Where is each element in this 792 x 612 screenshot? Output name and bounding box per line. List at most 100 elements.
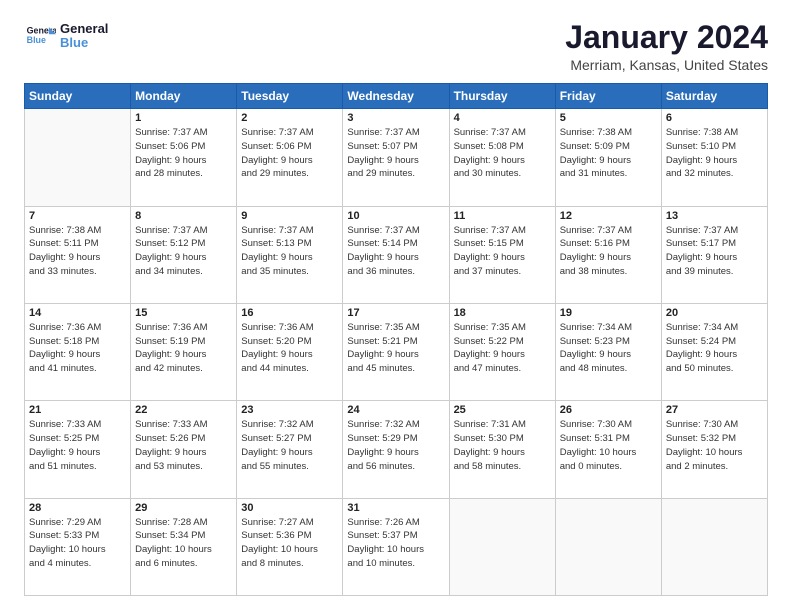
day-info: Sunrise: 7:37 AMSunset: 5:13 PMDaylight:… — [241, 224, 338, 279]
calendar-cell — [449, 498, 555, 595]
day-number: 18 — [454, 307, 551, 319]
calendar-cell: 2Sunrise: 7:37 AMSunset: 5:06 PMDaylight… — [237, 109, 343, 206]
calendar-cell: 16Sunrise: 7:36 AMSunset: 5:20 PMDayligh… — [237, 303, 343, 400]
title-section: January 2024 Merriam, Kansas, United Sta… — [565, 20, 768, 73]
calendar-cell: 27 Sunrise: 7:30 AMSunset: 5:32 PMDayligh… — [661, 401, 767, 498]
calendar-cell: 30Sunrise: 7:27 AMSunset: 5:36 PMDayligh… — [237, 498, 343, 595]
day-info: Sunrise: 7:28 AMSunset: 5:34 PMDaylight:… — [135, 516, 232, 571]
week-row-5: 28 Sunrise: 7:29 AMSunset: 5:33 PMDayligh… — [25, 498, 768, 595]
svg-text:Blue: Blue — [27, 35, 46, 45]
day-number: 29 — [135, 502, 232, 514]
calendar-cell: 9 Sunrise: 7:37 AMSunset: 5:13 PMDaylight… — [237, 206, 343, 303]
logo: General Blue General Blue — [24, 20, 108, 52]
calendar-cell: 6 Sunrise: 7:38 AMSunset: 5:10 PMDaylight… — [661, 109, 767, 206]
day-info: Sunrise: 7:37 AMSunset: 5:07 PMDaylight:… — [347, 126, 444, 181]
day-info: Sunrise: 7:26 AMSunset: 5:37 PMDaylight:… — [347, 516, 444, 571]
day-number: 12 — [560, 210, 657, 222]
calendar-cell: 22 Sunrise: 7:33 AMSunset: 5:26 PMDayligh… — [131, 401, 237, 498]
day-number: 11 — [454, 210, 551, 222]
calendar-cell: 31 Sunrise: 7:26 AMSunset: 5:37 PMDayligh… — [343, 498, 449, 595]
day-info: Sunrise: 7:37 AMSunset: 5:08 PMDaylight:… — [454, 126, 551, 181]
header: General Blue General Blue January 2024 M… — [24, 20, 768, 73]
calendar-cell: 21Sunrise: 7:33 AMSunset: 5:25 PMDayligh… — [25, 401, 131, 498]
calendar-cell: 13 Sunrise: 7:37 AMSunset: 5:17 PMDayligh… — [661, 206, 767, 303]
calendar-cell: 14Sunrise: 7:36 AMSunset: 5:18 PMDayligh… — [25, 303, 131, 400]
calendar-header-friday: Friday — [555, 84, 661, 109]
calendar-cell: 29 Sunrise: 7:28 AMSunset: 5:34 PMDayligh… — [131, 498, 237, 595]
location: Merriam, Kansas, United States — [565, 57, 768, 73]
day-number: 4 — [454, 112, 551, 124]
day-number: 17 — [347, 307, 444, 319]
day-info: Sunrise: 7:37 AMSunset: 5:06 PMDaylight:… — [135, 126, 232, 181]
day-number: 22 — [135, 404, 232, 416]
day-info: Sunrise: 7:31 AMSunset: 5:30 PMDaylight:… — [454, 418, 551, 473]
calendar-cell: 24 Sunrise: 7:32 AMSunset: 5:29 PMDayligh… — [343, 401, 449, 498]
calendar-cell: 8Sunrise: 7:37 AMSunset: 5:12 PMDaylight… — [131, 206, 237, 303]
day-number: 27 — [666, 404, 763, 416]
day-info: Sunrise: 7:38 AMSunset: 5:09 PMDaylight:… — [560, 126, 657, 181]
day-info: Sunrise: 7:32 AMSunset: 5:27 PMDaylight:… — [241, 418, 338, 473]
day-info: Sunrise: 7:35 AMSunset: 5:22 PMDaylight:… — [454, 321, 551, 376]
calendar-cell: 17 Sunrise: 7:35 AMSunset: 5:21 PMDayligh… — [343, 303, 449, 400]
calendar-cell: 20 Sunrise: 7:34 AMSunset: 5:24 PMDayligh… — [661, 303, 767, 400]
day-number: 31 — [347, 502, 444, 514]
month-title: January 2024 — [565, 20, 768, 55]
calendar-cell: 19Sunrise: 7:34 AMSunset: 5:23 PMDayligh… — [555, 303, 661, 400]
calendar-cell: 18 Sunrise: 7:35 AMSunset: 5:22 PMDayligh… — [449, 303, 555, 400]
day-info: Sunrise: 7:30 AMSunset: 5:31 PMDaylight:… — [560, 418, 657, 473]
calendar-header-wednesday: Wednesday — [343, 84, 449, 109]
calendar-cell: 12Sunrise: 7:37 AMSunset: 5:16 PMDayligh… — [555, 206, 661, 303]
calendar-cell: 3 Sunrise: 7:37 AMSunset: 5:07 PMDaylight… — [343, 109, 449, 206]
day-info: Sunrise: 7:32 AMSunset: 5:29 PMDaylight:… — [347, 418, 444, 473]
day-info: Sunrise: 7:37 AMSunset: 5:17 PMDaylight:… — [666, 224, 763, 279]
calendar-cell: 1 Sunrise: 7:37 AMSunset: 5:06 PMDaylight… — [131, 109, 237, 206]
day-number: 28 — [29, 502, 126, 514]
day-number: 13 — [666, 210, 763, 222]
day-number: 26 — [560, 404, 657, 416]
logo-blue: Blue — [60, 36, 108, 50]
calendar-cell: 11 Sunrise: 7:37 AMSunset: 5:15 PMDayligh… — [449, 206, 555, 303]
calendar-cell — [555, 498, 661, 595]
calendar-cell — [661, 498, 767, 595]
day-info: Sunrise: 7:37 AMSunset: 5:06 PMDaylight:… — [241, 126, 338, 181]
day-number: 20 — [666, 307, 763, 319]
calendar-header-row: SundayMondayTuesdayWednesdayThursdayFrid… — [25, 84, 768, 109]
day-info: Sunrise: 7:38 AMSunset: 5:10 PMDaylight:… — [666, 126, 763, 181]
day-info: Sunrise: 7:34 AMSunset: 5:24 PMDaylight:… — [666, 321, 763, 376]
day-number: 30 — [241, 502, 338, 514]
calendar-header-saturday: Saturday — [661, 84, 767, 109]
logo-text: General Blue — [60, 22, 108, 51]
day-info: Sunrise: 7:35 AMSunset: 5:21 PMDaylight:… — [347, 321, 444, 376]
day-info: Sunrise: 7:33 AMSunset: 5:26 PMDaylight:… — [135, 418, 232, 473]
day-number: 8 — [135, 210, 232, 222]
day-info: Sunrise: 7:36 AMSunset: 5:19 PMDaylight:… — [135, 321, 232, 376]
calendar-cell: 28 Sunrise: 7:29 AMSunset: 5:33 PMDayligh… — [25, 498, 131, 595]
day-number: 23 — [241, 404, 338, 416]
day-info: Sunrise: 7:33 AMSunset: 5:25 PMDaylight:… — [29, 418, 126, 473]
week-row-4: 21Sunrise: 7:33 AMSunset: 5:25 PMDayligh… — [25, 401, 768, 498]
week-row-1: 1 Sunrise: 7:37 AMSunset: 5:06 PMDaylight… — [25, 109, 768, 206]
day-number: 3 — [347, 112, 444, 124]
day-number: 10 — [347, 210, 444, 222]
day-number: 15 — [135, 307, 232, 319]
calendar-cell: 10Sunrise: 7:37 AMSunset: 5:14 PMDayligh… — [343, 206, 449, 303]
day-info: Sunrise: 7:30 AMSunset: 5:32 PMDaylight:… — [666, 418, 763, 473]
day-number: 24 — [347, 404, 444, 416]
day-info: Sunrise: 7:36 AMSunset: 5:18 PMDaylight:… — [29, 321, 126, 376]
calendar-header-tuesday: Tuesday — [237, 84, 343, 109]
calendar-cell: 23 Sunrise: 7:32 AMSunset: 5:27 PMDayligh… — [237, 401, 343, 498]
calendar-cell: 7Sunrise: 7:38 AMSunset: 5:11 PMDaylight… — [25, 206, 131, 303]
day-number: 1 — [135, 112, 232, 124]
logo-general: General — [60, 22, 108, 36]
day-number: 9 — [241, 210, 338, 222]
calendar-cell: 26 Sunrise: 7:30 AMSunset: 5:31 PMDayligh… — [555, 401, 661, 498]
day-number: 6 — [666, 112, 763, 124]
day-info: Sunrise: 7:37 AMSunset: 5:15 PMDaylight:… — [454, 224, 551, 279]
day-info: Sunrise: 7:38 AMSunset: 5:11 PMDaylight:… — [29, 224, 126, 279]
calendar-header-sunday: Sunday — [25, 84, 131, 109]
day-info: Sunrise: 7:29 AMSunset: 5:33 PMDaylight:… — [29, 516, 126, 571]
calendar-cell: 5Sunrise: 7:38 AMSunset: 5:09 PMDaylight… — [555, 109, 661, 206]
page: General Blue General Blue January 2024 M… — [0, 0, 792, 612]
calendar-cell: 4 Sunrise: 7:37 AMSunset: 5:08 PMDaylight… — [449, 109, 555, 206]
day-number: 16 — [241, 307, 338, 319]
